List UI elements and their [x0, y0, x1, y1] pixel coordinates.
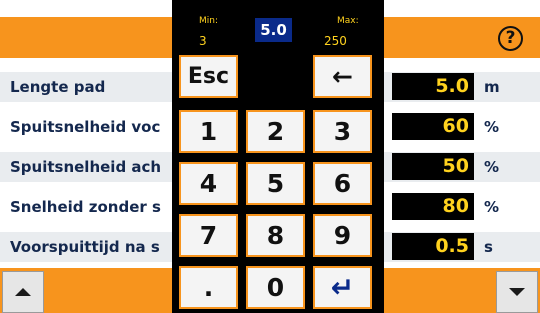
key-3[interactable]: 3	[313, 110, 372, 153]
key-4[interactable]: 4	[179, 162, 238, 205]
setting-value-field[interactable]: 5.0	[392, 73, 474, 100]
setting-label: Lengte pad	[10, 78, 106, 96]
key-0[interactable]: 0	[246, 266, 305, 309]
key-2[interactable]: 2	[246, 110, 305, 153]
min-value: 3	[199, 34, 207, 48]
numeric-keypad: Min: 3 5.0 Max: 250 Esc ← 1 2 3 4 5 6 7 …	[172, 0, 384, 313]
max-label: Max:	[337, 16, 359, 26]
setting-label: Spuitsnelheid ach	[10, 158, 162, 176]
backspace-key[interactable]: ←	[313, 55, 372, 98]
setting-unit: %	[484, 118, 500, 136]
key-6[interactable]: 6	[313, 162, 372, 205]
key-7[interactable]: 7	[179, 214, 238, 257]
setting-value-field[interactable]: 60	[392, 113, 474, 140]
setting-value-field[interactable]: 80	[392, 193, 474, 220]
decimal-point-key[interactable]: .	[179, 266, 238, 309]
key-8[interactable]: 8	[246, 214, 305, 257]
current-value-display: 5.0	[255, 18, 292, 42]
key-1[interactable]: 1	[179, 110, 238, 153]
scroll-up-button[interactable]	[2, 271, 44, 313]
max-value: 250	[324, 34, 347, 48]
keypad-blank	[246, 55, 305, 98]
setting-unit: %	[484, 198, 500, 216]
scroll-down-button[interactable]	[496, 271, 538, 313]
setting-label: Voorspuittijd na s	[10, 238, 160, 256]
setting-label: Spuitsnelheid voc	[10, 118, 161, 136]
setting-label: Snelheid zonder s	[10, 198, 161, 216]
setting-unit: m	[484, 78, 500, 96]
enter-key[interactable]: ↵	[313, 266, 372, 309]
question-circle-icon[interactable]: ?	[498, 26, 523, 51]
setting-unit: s	[484, 238, 493, 256]
key-5[interactable]: 5	[246, 162, 305, 205]
arrow-up-icon	[15, 288, 31, 296]
esc-key[interactable]: Esc	[179, 55, 238, 98]
key-9[interactable]: 9	[313, 214, 372, 257]
setting-value-field[interactable]: 0.5	[392, 233, 474, 260]
min-label: Min:	[199, 16, 219, 26]
setting-unit: %	[484, 158, 500, 176]
setting-value-field[interactable]: 50	[392, 153, 474, 180]
arrow-down-icon	[509, 288, 525, 296]
